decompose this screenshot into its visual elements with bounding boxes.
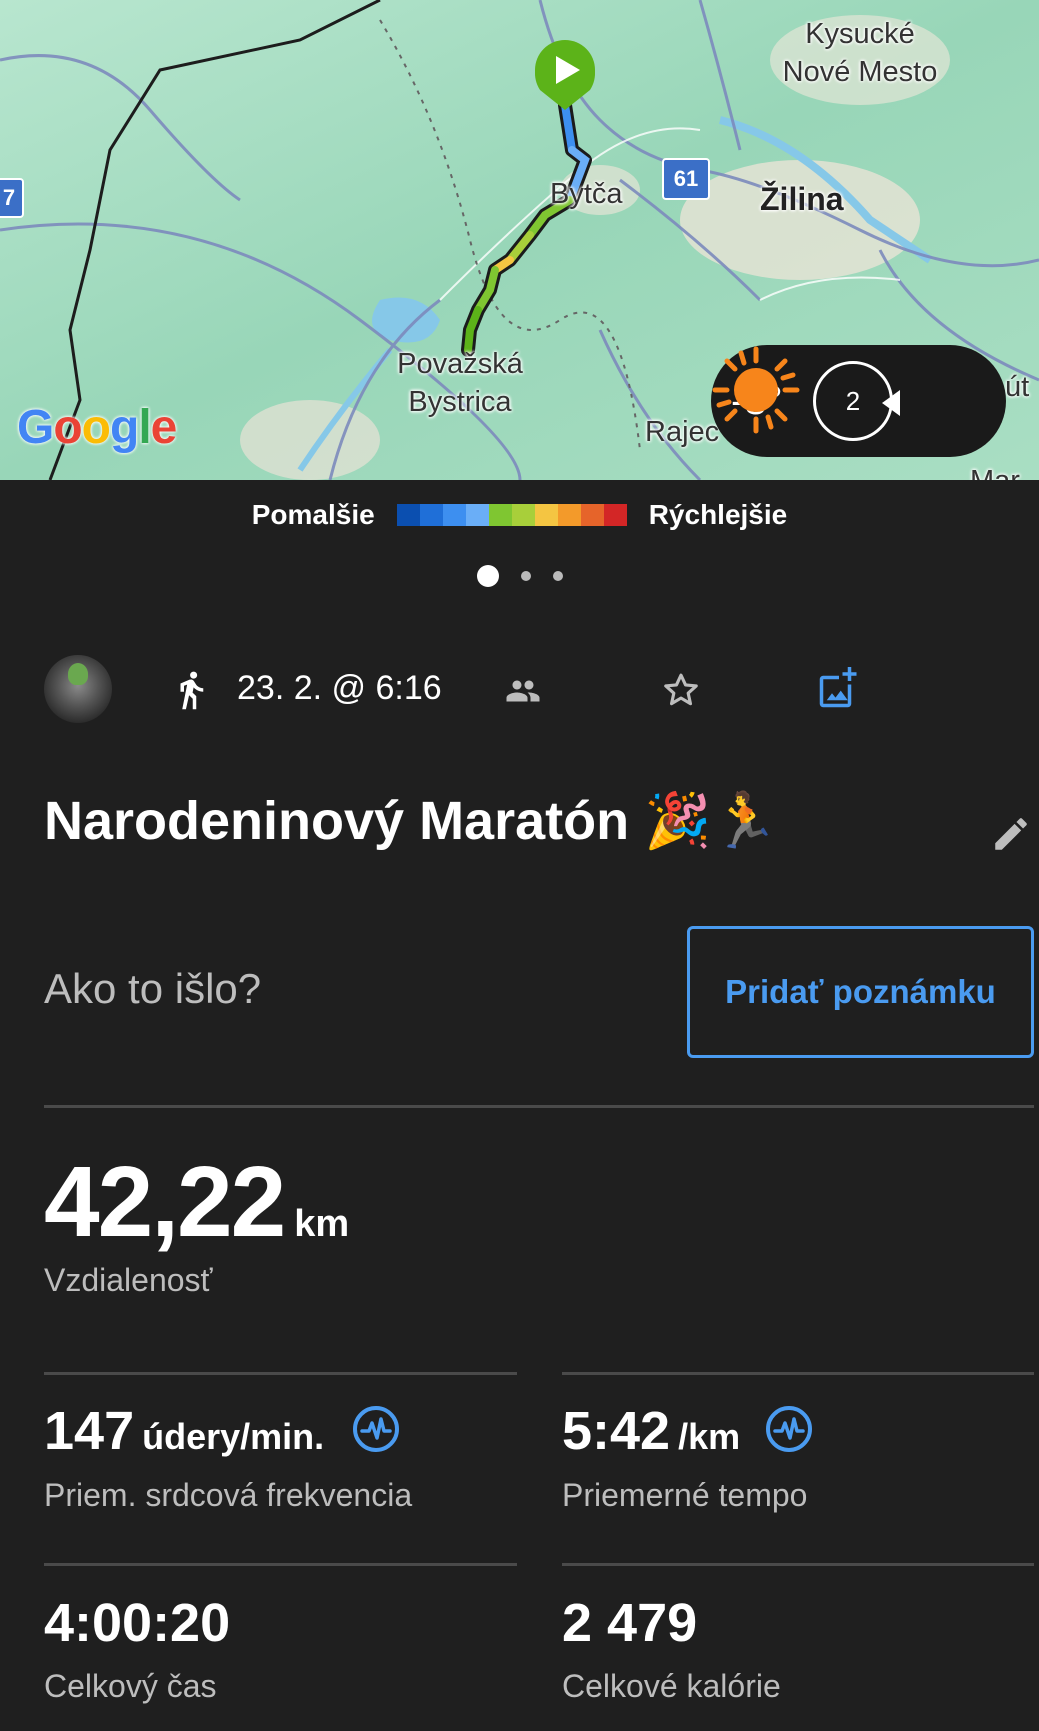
legend-color-segment [442,504,466,526]
map-label-rajec: Rajec [645,416,720,448]
road-shield-61: 61 [662,158,710,200]
pace-label: Priemerné tempo [562,1477,808,1513]
road-shield-edge: 7 [0,178,24,218]
heart-rate-chart-icon[interactable] [352,1405,400,1453]
distance-stat: 42,22 km [44,1145,349,1260]
total-time-label: Celkový čas [44,1668,217,1704]
heart-rate-value: 147 [44,1401,135,1461]
wind-speed: 2 [845,385,861,416]
weather-badge: -8° 2 [711,345,1006,457]
heart-rate-stat: 147 údery/min. [44,1400,324,1462]
avatar[interactable] [44,655,112,723]
wind-indicator: 2 [813,361,900,441]
page-dot[interactable] [476,565,499,587]
divider [44,1563,517,1566]
map-label-edge-mar: Mar [970,462,1020,480]
calories-stat: 2 479 [562,1592,697,1654]
heart-rate-label: Priem. srdcová frekvencia [44,1477,413,1513]
page-dot[interactable] [520,571,531,581]
divider [44,1105,1034,1108]
legend-faster-label: Rýchlejšie [648,499,788,530]
legend-color-segment [603,504,627,526]
page-dot[interactable] [552,571,563,581]
people-icon[interactable] [505,673,541,709]
legend-color-segment [511,504,535,526]
map-label-povazska: Považská Bystrica [397,348,523,418]
star-icon[interactable] [660,669,702,711]
add-note-button[interactable]: Pridať poznámku [687,926,1034,1058]
pace-value: 5:42 [562,1401,671,1461]
legend-color-segment [534,504,558,526]
activity-meta-row: 23. 2. @ 6:16 [0,655,1039,725]
pace-unit: /km [678,1416,741,1457]
total-time-stat: 4:00:20 [44,1592,230,1654]
distance-value: 42,22 [44,1146,286,1258]
legend-color-segment [465,504,489,526]
pace-legend: Pomalšie Rýchlejšie [0,480,1039,550]
divider [562,1372,1034,1375]
edit-pencil-icon[interactable] [990,813,1032,855]
divider [44,1372,517,1375]
map-label-edge-ut: út [1005,371,1030,403]
calories-label: Celkové kalórie [562,1668,781,1704]
total-time-value: 4:00:20 [44,1593,231,1653]
calories-value: 2 479 [562,1593,698,1653]
legend-color-bar [396,504,627,526]
legend-color-segment [396,504,420,526]
divider [562,1563,1034,1566]
pace-chart-icon[interactable] [765,1405,813,1453]
how-did-it-go-prompt: Ako to išlo? [44,965,262,1012]
map-label-kysucke: Kysucké Nové Mesto [782,18,938,88]
map-label-bytca: Bytča [550,178,623,210]
legend-color-segment [557,504,581,526]
page-indicator [0,565,1039,587]
distance-unit: km [294,1203,350,1245]
activity-date: 23. 2. @ 6:16 [237,669,442,707]
legend-color-segment [488,504,512,526]
sun-icon [712,346,800,434]
legend-slower-label: Pomalšie [251,499,375,530]
map-label-zilina: Žilina [760,181,844,217]
route-map[interactable]: Kysucké Nové Mesto Bytča Žilina Považská… [0,0,1039,480]
legend-color-segment [580,504,604,526]
heart-rate-unit: údery/min. [142,1416,325,1457]
activity-title: Narodeninový Maratón 🎉🏃 [44,791,779,851]
pace-stat: 5:42/km [562,1400,740,1462]
add-photo-icon[interactable] [818,665,860,711]
wind-direction-icon [882,390,900,416]
legend-color-segment [419,504,443,526]
distance-label: Vzdialenosť [44,1262,213,1298]
google-logo: Google [17,401,177,454]
running-icon [180,671,204,710]
